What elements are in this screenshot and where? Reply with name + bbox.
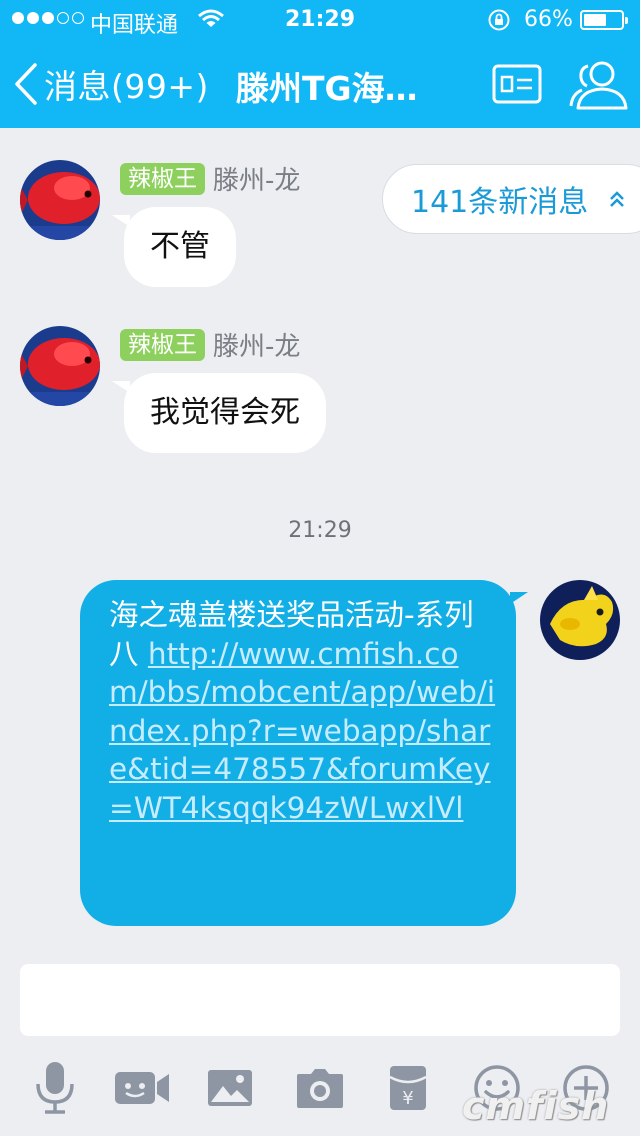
sender-info: 辣椒王 滕州-龙 [120,326,300,363]
level-badge: 辣椒王 [120,328,205,361]
double-chevron-up-icon [610,191,625,207]
level-badge: 辣椒王 [120,162,205,195]
message-text: 我觉得会死 [150,395,300,430]
svg-text:¥: ¥ [402,1088,413,1109]
red-packet-icon[interactable]: ¥ [376,1056,440,1120]
incoming-message-bubble[interactable]: 我觉得会死 [112,373,326,453]
message-link[interactable]: http://www.cmfish.com/bbs/mobcent/app/we… [109,637,495,825]
back-button[interactable]: 消息(99+) [14,60,209,108]
group-members-icon[interactable] [568,56,628,116]
back-label: 消息(99+) [44,67,209,106]
new-messages-label: 141条新消息 [411,185,589,220]
battery-percent: 66% [524,7,573,32]
video-icon[interactable] [110,1056,174,1120]
message-input[interactable] [20,964,620,1036]
message-timestamp: 21:29 [288,518,352,543]
header: 中国联通 21:29 66% 消息(99+) 滕州TG海… [0,0,640,128]
profile-card-icon[interactable] [492,64,542,108]
battery-icon [580,10,628,30]
camera-icon[interactable] [288,1056,352,1120]
microphone-icon[interactable] [23,1056,87,1120]
rotation-lock-icon [487,8,511,38]
new-messages-button[interactable]: 141条新消息 [382,164,640,234]
image-icon[interactable] [198,1056,262,1120]
incoming-message-bubble[interactable]: 不管 [112,207,236,287]
sender-info: 辣椒王 滕州-龙 [120,160,300,197]
sender-name: 滕州-龙 [213,332,301,362]
outgoing-message-bubble[interactable]: 海之魂盖楼送奖品活动-系列八 http://www.cmfish.com/bbs… [80,580,528,926]
page-title: 滕州TG海… [236,69,418,108]
chat-screen: 中国联通 21:29 66% 消息(99+) 滕州TG海… 辣椒王 滕州-龙 不… [0,0,640,1136]
my-avatar[interactable] [540,580,620,660]
chevron-left-icon [15,63,37,105]
sender-name: 滕州-龙 [213,166,301,196]
sender-avatar[interactable] [20,326,100,406]
watermark: cmfish [462,1084,610,1128]
message-text: 不管 [150,229,210,264]
status-bar: 中国联通 21:29 66% [0,0,640,40]
sender-avatar[interactable] [20,160,100,240]
